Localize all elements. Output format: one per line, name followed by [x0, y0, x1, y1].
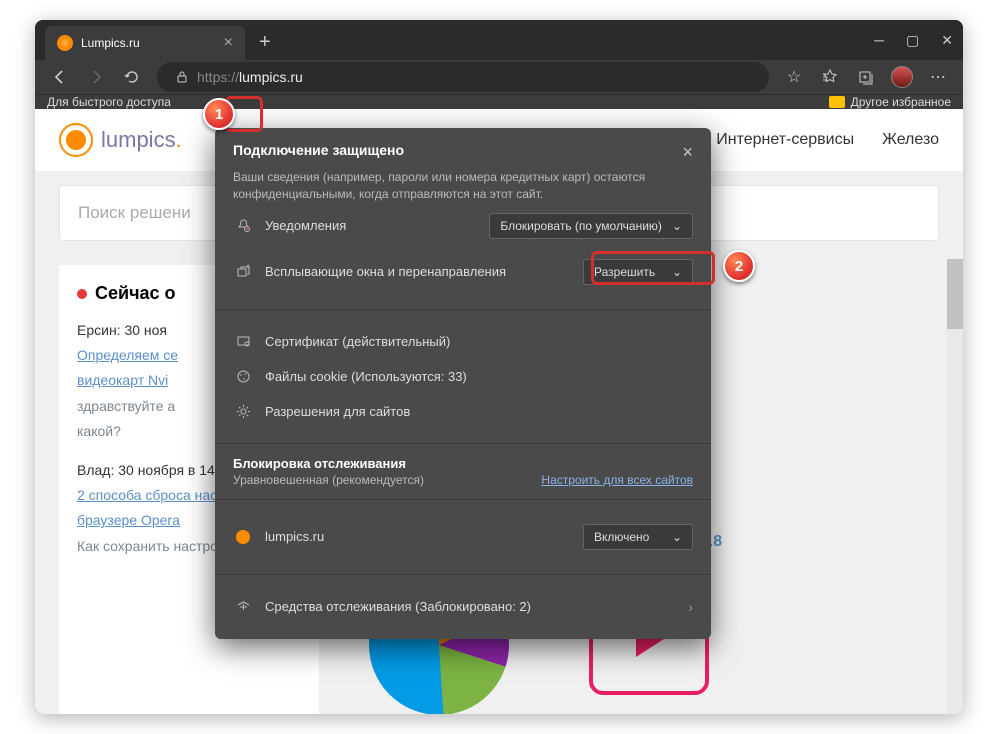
comment-link[interactable]: видеокарт Nvi — [77, 372, 168, 388]
close-window-icon[interactable]: ✕ — [941, 32, 953, 49]
forward-button — [79, 60, 113, 94]
collections-icon[interactable] — [849, 60, 883, 94]
perm-notifications-label: Уведомления — [265, 218, 477, 233]
tracking-site-dropdown[interactable]: Включено⌄ — [583, 524, 693, 550]
address-bar[interactable]: https://lumpics.ru — [157, 62, 769, 92]
bookmarks-bar: Для быстрого доступа Другое избранное — [35, 94, 963, 109]
chevron-down-icon: ⌄ — [672, 530, 682, 544]
comment-link[interactable]: Определяем се — [77, 347, 178, 363]
tab-title: Lumpics.ru — [81, 36, 140, 50]
tracking-title: Блокировка отслеживания — [233, 456, 693, 471]
tab-favicon-icon — [57, 35, 73, 51]
browser-window: Lumpics.ru × + ─ ▢ ✕ https://lumpics.ru — [35, 20, 963, 714]
favorites-icon[interactable] — [813, 60, 847, 94]
popup-title: Подключение защищено — [233, 142, 404, 158]
tracking-site-label: lumpics.ru — [265, 529, 571, 544]
cookies-row[interactable]: Файлы cookie (Используются: 33) — [233, 359, 693, 394]
site-info-popup: Подключение защищено × Ваши сведения (на… — [215, 128, 711, 639]
scrollbar[interactable] — [947, 259, 963, 714]
red-dot-icon — [77, 289, 87, 299]
minimize-icon[interactable]: ─ — [874, 32, 884, 48]
site-permissions-row[interactable]: Разрешения для сайтов — [233, 394, 693, 429]
window-controls: ─ ▢ ✕ — [874, 32, 953, 49]
favorite-star-icon[interactable]: ☆ — [777, 60, 811, 94]
callout-ring-2 — [591, 251, 715, 285]
bell-icon — [233, 218, 253, 233]
cookie-icon — [233, 369, 253, 384]
certificate-row[interactable]: Сертификат (действительный) — [233, 324, 693, 359]
titlebar: Lumpics.ru × + ─ ▢ ✕ — [35, 20, 963, 60]
perm-popups-label: Всплывающие окна и перенаправления — [265, 264, 571, 279]
profile-avatar[interactable] — [885, 60, 919, 94]
popup-close-icon[interactable]: × — [682, 142, 693, 163]
chevron-right-icon: › — [688, 599, 693, 615]
folder-icon — [829, 96, 845, 108]
site-nav: Интернет-сервисы Железо — [716, 131, 939, 149]
tracking-subtitle: Уравновешенная (рекомендуется) — [233, 473, 424, 487]
logo-icon — [59, 123, 93, 157]
toolbar: https://lumpics.ru ☆ ⋯ — [35, 60, 963, 94]
site-logo[interactable]: lumpics. — [59, 123, 182, 157]
nav-hardware[interactable]: Железо — [882, 131, 939, 149]
refresh-button[interactable] — [115, 60, 149, 94]
maximize-icon[interactable]: ▢ — [906, 32, 919, 49]
nav-internet-services[interactable]: Интернет-сервисы — [716, 131, 854, 149]
site-favicon-icon — [233, 530, 253, 544]
trackers-row[interactable]: Средства отслеживания (Заблокировано: 2)… — [233, 589, 693, 625]
lock-icon[interactable] — [167, 70, 197, 84]
gear-icon — [233, 404, 253, 419]
chevron-down-icon: ⌄ — [672, 219, 682, 233]
callout-badge-2: 2 — [723, 250, 755, 282]
popup-window-icon — [233, 264, 253, 279]
shield-icon — [233, 599, 253, 614]
certificate-icon — [233, 334, 253, 349]
browser-tab[interactable]: Lumpics.ru × — [45, 26, 245, 60]
logo-text: lumpics. — [101, 127, 182, 153]
back-button[interactable] — [43, 60, 77, 94]
notifications-dropdown[interactable]: Блокировать (по умолчанию)⌄ — [489, 213, 693, 239]
quick-access-label[interactable]: Для быстрого доступа — [47, 95, 171, 109]
new-tab-button[interactable]: + — [259, 31, 271, 54]
callout-badge-1: 1 — [203, 98, 235, 130]
popup-description: Ваши сведения (например, пароли или номе… — [233, 169, 693, 203]
tracking-settings-link[interactable]: Настроить для всех сайтов — [541, 473, 693, 487]
menu-icon[interactable]: ⋯ — [921, 60, 955, 94]
url-text: https://lumpics.ru — [197, 69, 303, 85]
other-favorites-folder[interactable]: Другое избранное — [829, 95, 951, 109]
tab-close-icon[interactable]: × — [224, 34, 233, 52]
